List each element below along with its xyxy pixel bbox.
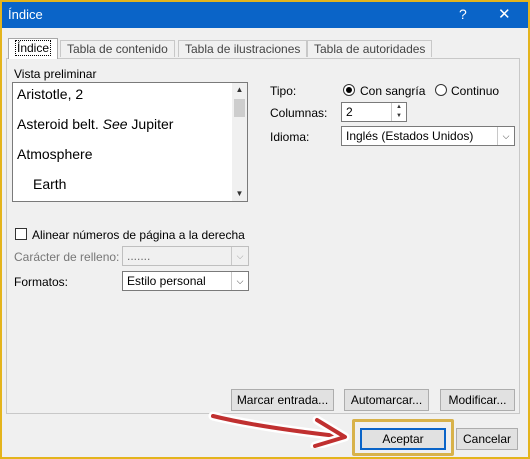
spin-up-icon[interactable]: ▲ (392, 103, 406, 112)
tab-indice[interactable]: Índice (8, 38, 59, 59)
scroll-thumb[interactable] (234, 99, 245, 117)
caracter-relleno-value: ....... (127, 249, 151, 263)
formatos-value: Estilo personal (127, 274, 206, 288)
chevron-down-icon[interactable]: ⌵ (231, 247, 248, 265)
formatos-select[interactable]: Estilo personal ⌵ (122, 271, 249, 291)
close-icon[interactable]: ✕ (498, 5, 511, 23)
scroll-up-icon[interactable]: ▲ (232, 83, 247, 97)
preview-entry: Asteroid belt. See Jupiter (17, 116, 173, 132)
preview-label: Vista preliminar (14, 67, 97, 81)
cancelar-button[interactable]: Cancelar (456, 428, 518, 450)
title-bar: Índice ? ✕ (2, 2, 528, 28)
preview-entry: Atmosphere (17, 146, 93, 162)
entry-text: Jupiter (127, 116, 174, 132)
modificar-button[interactable]: Modificar... (440, 389, 515, 411)
formatos-label: Formatos: (14, 275, 69, 289)
preview-entry: Aristotle, 2 (17, 86, 84, 102)
radio-continuo[interactable] (435, 84, 447, 96)
tab-label: Índice (15, 40, 52, 56)
idioma-label: Idioma: (270, 130, 310, 144)
idioma-select[interactable]: Inglés (Estados Unidos) ⌵ (341, 126, 515, 146)
columnas-value: 2 (346, 105, 353, 119)
columnas-stepper[interactable]: 2 ▲ ▼ (341, 102, 407, 122)
spin-down-icon[interactable]: ▼ (392, 112, 406, 121)
entry-text: Asteroid belt. (17, 116, 103, 132)
radio-continuo-label[interactable]: Continuo (451, 84, 499, 98)
aceptar-button[interactable]: Aceptar (360, 428, 446, 450)
hand-drawn-arrow (208, 411, 350, 448)
tipo-label: Tipo: (270, 84, 297, 98)
tab-tabla-de-contenido[interactable]: Tabla de contenido (60, 40, 175, 57)
preview-scrollbar[interactable]: ▲ ▼ (232, 83, 247, 201)
entry-see: See (102, 116, 128, 132)
tab-tabla-de-ilustraciones[interactable]: Tabla de ilustraciones (178, 40, 308, 57)
automarcar-button[interactable]: Automarcar... (344, 389, 429, 411)
scroll-down-icon[interactable]: ▼ (232, 187, 247, 201)
window-title: Índice (8, 7, 43, 22)
radio-con-sangria[interactable] (343, 84, 355, 96)
tab-tabla-de-autoridades[interactable]: Tabla de autoridades (307, 40, 433, 57)
caracter-relleno-label: Carácter de relleno: (14, 250, 120, 264)
chevron-down-icon[interactable]: ⌵ (497, 127, 514, 145)
chevron-down-icon[interactable]: ⌵ (231, 272, 248, 290)
alinear-checkbox[interactable] (15, 228, 27, 240)
preview-entry: Earth (33, 176, 67, 192)
question-mark-icon[interactable]: ? (459, 6, 467, 22)
idioma-value: Inglés (Estados Unidos) (346, 129, 474, 143)
caracter-relleno-select[interactable]: ....... ⌵ (122, 246, 249, 266)
columnas-label: Columnas: (270, 106, 328, 120)
radio-con-sangria-label[interactable]: Con sangría (360, 84, 425, 98)
columnas-spin[interactable]: ▲ ▼ (391, 103, 406, 121)
alinear-label[interactable]: Alinear números de página a la derecha (32, 228, 245, 242)
preview-box: Aristotle, 2 Asteroid belt. See Jupiter … (12, 82, 248, 202)
